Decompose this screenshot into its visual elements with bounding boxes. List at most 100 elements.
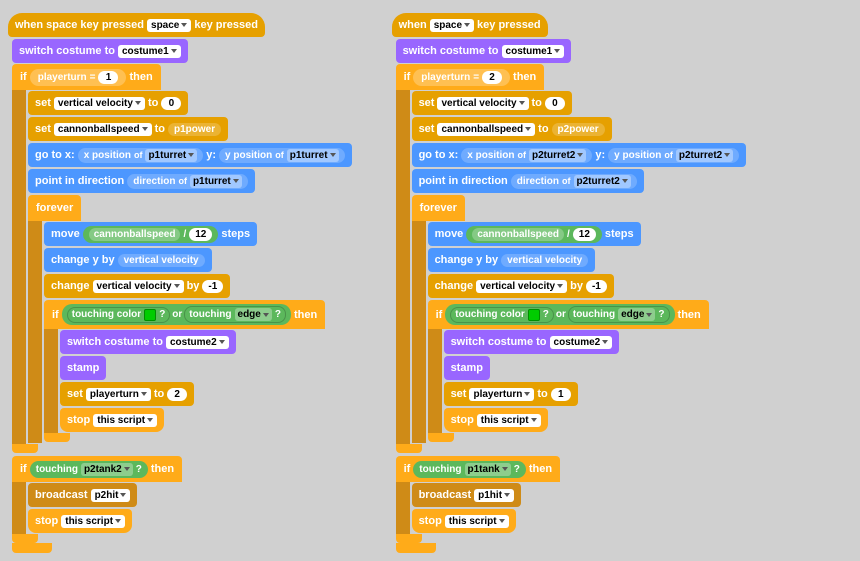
dir-of-2: direction of p2turret2 (511, 174, 637, 189)
p2power-val: p2power (552, 123, 605, 136)
p1tank-dropdown[interactable]: p1tank (465, 463, 511, 476)
dir-sprite-2[interactable]: p2turret2 (574, 175, 631, 188)
if-color-edge-1: if touching color ? or touc (44, 300, 325, 442)
if-touch-top-2: if touching p1tank ? then (396, 456, 561, 482)
xpos-of-1: x position of p1turret (78, 148, 204, 163)
stop-dropdown-4[interactable]: this script (445, 515, 509, 528)
p2tank2-dropdown[interactable]: p2tank2 (81, 463, 133, 476)
forever-inner-1: move cannonballspeed / 12 steps change y… (28, 221, 325, 443)
dropdown-arrow-icon (724, 153, 730, 157)
var-dropdown-vv-2[interactable]: vertical velocity (437, 97, 528, 110)
change-y-2: change y by vertical velocity (428, 248, 596, 272)
dropdown-arrow-icon (499, 519, 505, 523)
dropdown-arrow-icon (531, 418, 537, 422)
script-column-2: when space key pressed switch costume to… (392, 12, 747, 553)
dropdown-arrow-icon (646, 313, 652, 317)
move-expr-1: cannonballspeed / 12 (83, 226, 219, 243)
pt-dropdown-2[interactable]: playerturn (469, 388, 534, 401)
dropdown-arrow-icon (188, 153, 194, 157)
stop-dropdown-1[interactable]: this script (93, 414, 157, 427)
hat-key-dropdown-2[interactable]: space (430, 19, 474, 32)
xpos-sprite-1[interactable]: p1turret (145, 149, 197, 162)
touching-p1tank: touching p1tank ? (413, 461, 526, 478)
hat-when-label: when space key pressed (15, 19, 144, 31)
if-touch-inner-2: broadcast p1hit stop this script (396, 482, 521, 534)
if-inner-1: set vertical velocity to 0 set cannonbal… (12, 90, 352, 444)
switch-costume2-1: switch costume to costume2 (60, 330, 236, 354)
var-dropdown-cbs-2[interactable]: cannonballspeed (437, 123, 535, 136)
dropdown-arrow-icon (233, 179, 239, 183)
forever-top-1: forever (28, 195, 81, 221)
ypos-sprite-1[interactable]: p1turret (287, 149, 339, 162)
dropdown-arrow-icon (330, 153, 336, 157)
edge-dropdown-2[interactable]: edge (618, 308, 655, 321)
main-container: when space key pressed space key pressed… (0, 0, 860, 561)
var-dropdown-vv[interactable]: vertical velocity (54, 97, 145, 110)
stop-script-2: stop this script (28, 509, 132, 533)
dropdown-arrow-icon (141, 392, 147, 396)
vv-dropdown-1[interactable]: vertical velocity (93, 280, 184, 293)
if-top-1: if playerturn = 1 then (12, 64, 161, 90)
edge-dropdown-1[interactable]: edge (235, 308, 272, 321)
hat-keypressed-label: key pressed (194, 19, 258, 31)
dropdown-arrow-icon (504, 493, 510, 497)
broadcast-dropdown-2[interactable]: p1hit (474, 489, 514, 502)
costume2-dropdown-2[interactable]: costume2 (550, 336, 613, 349)
stop-dropdown-3[interactable]: this script (477, 414, 541, 427)
dropdown-arrow-icon (181, 23, 187, 27)
dropdown-arrow-icon (519, 101, 525, 105)
if-block-1: if playerturn = 1 then set vertical velo… (12, 64, 352, 453)
if-condition-2: playerturn = 2 (413, 69, 510, 86)
broadcast-dropdown-1[interactable]: p2hit (91, 489, 131, 502)
costume-dropdown-2[interactable]: costume1 (502, 45, 565, 58)
move-block-1: move cannonballspeed / 12 steps (44, 222, 257, 246)
change-y-1: change y by vertical velocity (44, 248, 212, 272)
cbs-var: cannonballspeed (89, 228, 181, 241)
dropdown-arrow-icon (464, 23, 470, 27)
ypos-sprite-2[interactable]: p2turret2 (676, 149, 733, 162)
dropdown-arrow-icon (622, 179, 628, 183)
vv-var-1: vertical velocity (118, 254, 205, 267)
set-vv-1: set vertical velocity to 0 (28, 91, 188, 115)
hat-key-dropdown-1[interactable]: space (147, 19, 191, 32)
dropdown-arrow-icon (124, 467, 130, 471)
xpos-sprite-2[interactable]: p2turret2 (529, 149, 586, 162)
pt-dropdown-1[interactable]: playerturn (86, 388, 151, 401)
set-vv-2: set vertical velocity to 0 (412, 91, 572, 115)
dropdown-arrow-icon (602, 340, 608, 344)
broadcast-p2hit: broadcast p2hit (28, 483, 137, 507)
vv-dropdown-2[interactable]: vertical velocity (476, 280, 567, 293)
touching-color-2: touching color ? (450, 307, 554, 323)
set-pt-2-1: set playerturn to 2 (60, 382, 194, 406)
stop-script-1: stop this script (60, 408, 164, 432)
forever-block-2: forever move cannonballspeed / 12 steps (412, 195, 709, 443)
stamp-block-1: stamp (60, 356, 106, 380)
dropdown-arrow-icon (171, 49, 177, 53)
stop-script-4: stop this script (412, 509, 516, 533)
dir-sprite-1[interactable]: p1turret (190, 175, 242, 188)
forever-block-1: forever move cannonballspeed / 12 steps (28, 195, 325, 443)
p1power-val: p1power (168, 123, 221, 136)
touching-edge-2: touching edge ? (568, 306, 670, 323)
dropdown-arrow-icon (115, 519, 121, 523)
if-block-2: if playerturn = 2 then set vertical velo… (396, 64, 747, 453)
goto-block-2: go to x: x position of p2turret2 y: y po… (412, 143, 747, 167)
forever-top-2: forever (412, 195, 465, 221)
cbs-var-2: cannonballspeed (472, 228, 564, 241)
if-outer-close-2 (396, 444, 422, 453)
script-end-tab-1 (12, 543, 52, 553)
costume-dropdown-1[interactable]: costume1 (118, 45, 181, 58)
switch-costume-2: switch costume to costume1 (396, 39, 572, 63)
script-end-tab-2 (396, 543, 436, 553)
if-outer-close-1 (12, 444, 38, 453)
color-swatch-2 (528, 309, 540, 321)
stop-dropdown-2[interactable]: this script (61, 515, 125, 528)
dropdown-arrow-icon (142, 127, 148, 131)
costume2-dropdown-1[interactable]: costume2 (166, 336, 229, 349)
dropdown-arrow-icon (554, 49, 560, 53)
var-dropdown-cbs[interactable]: cannonballspeed (54, 123, 152, 136)
hat-when-label-2: when (399, 19, 427, 31)
dropdown-arrow-icon (219, 340, 225, 344)
hat-block-1: when space key pressed space key pressed (8, 13, 265, 37)
color-swatch-1 (144, 309, 156, 321)
